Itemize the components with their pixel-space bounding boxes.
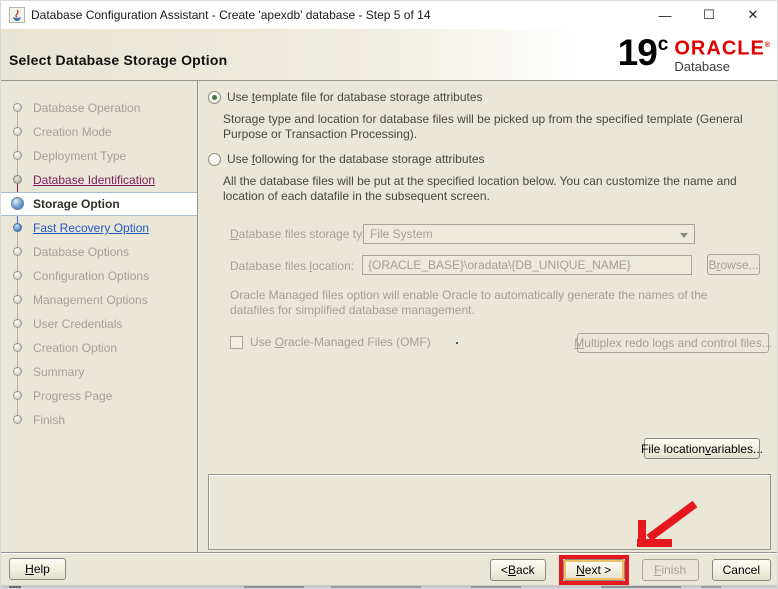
step-item[interactable]: Database Identification: [1, 168, 197, 192]
files-location-input[interactable]: {ORACLE_BASE}\oradata\{DB_UNIQUE_NAME}: [362, 255, 692, 275]
following-option-description: All the database files will be put at th…: [223, 174, 751, 204]
step-label: Database Options: [33, 245, 129, 259]
step-label: Finish: [33, 413, 65, 427]
storage-type-value: File System: [370, 227, 433, 241]
step-label: Management Options: [33, 293, 148, 307]
omf-checkbox-row[interactable]: Use Oracle-Managed Files (OMF): [230, 335, 431, 349]
step-label: Summary: [33, 365, 84, 379]
step-item: Storage Option: [1, 192, 197, 216]
radio-use-following-label: Use following for the database storage a…: [227, 152, 485, 166]
java-icon: [9, 7, 25, 23]
wizard-header: Select Database Storage Option 19 c ORAC…: [1, 29, 777, 81]
oracle-wordmark: ORACLE®: [674, 36, 771, 59]
step-label: Creation Mode: [33, 125, 112, 139]
omf-note: Oracle Managed files option will enable …: [230, 288, 735, 318]
step-item: User Credentials: [1, 312, 197, 336]
step-item: Database Options: [1, 240, 197, 264]
multiplex-button[interactable]: Multiplex redo logs and control files...: [577, 333, 769, 353]
dbca-wizard-window: Database Configuration Assistant - Creat…: [0, 0, 778, 589]
step-label: Configuration Options: [33, 269, 149, 283]
step-dot-icon: [11, 197, 24, 210]
oracle-19c-logo: 19 c ORACLE® Database: [618, 31, 773, 75]
step-dot-icon: [13, 367, 22, 376]
step-item: Summary: [1, 360, 197, 384]
template-option-description: Storage type and location for database f…: [223, 112, 751, 142]
checkbox-icon[interactable]: [230, 336, 243, 349]
step-item: Creation Mode: [1, 120, 197, 144]
step-item: Management Options: [1, 288, 197, 312]
step-list: Database Operation Creation Mode Deploym…: [1, 96, 197, 432]
storage-option-panel: Use template file for database storage a…: [198, 81, 777, 552]
step-item: Configuration Options: [1, 264, 197, 288]
step-dot-icon: [13, 127, 22, 136]
next-button[interactable]: Next >: [563, 559, 625, 581]
chevron-down-icon: [680, 233, 688, 238]
step-item: Creation Option: [1, 336, 197, 360]
step-dot-icon: [13, 223, 22, 232]
files-location-value: {ORACLE_BASE}\oradata\{DB_UNIQUE_NAME}: [368, 258, 631, 272]
radio-use-following[interactable]: Use following for the database storage a…: [208, 152, 485, 166]
annotation-highlight-box: Next >: [559, 555, 629, 585]
step-dot-icon: [13, 247, 22, 256]
step-dot-icon: [13, 295, 22, 304]
stray-mark: [456, 342, 458, 344]
step-label: Progress Page: [33, 389, 112, 403]
radio-unselected-icon[interactable]: [208, 153, 221, 166]
browse-button[interactable]: Browse...: [707, 254, 760, 275]
finish-button[interactable]: Finish: [642, 559, 699, 581]
close-icon[interactable]: ✕: [745, 7, 761, 23]
step-item: Database Operation: [1, 96, 197, 120]
step-dot-icon: [13, 319, 22, 328]
step-dot-icon: [13, 343, 22, 352]
step-label: Storage Option: [33, 197, 120, 211]
step-item: Deployment Type: [1, 144, 197, 168]
step-item: Finish: [1, 408, 197, 432]
step-label: Deployment Type: [33, 149, 126, 163]
step-item: Progress Page: [1, 384, 197, 408]
step-item[interactable]: Fast Recovery Option: [1, 216, 197, 240]
step-label: Database Identification: [33, 173, 155, 187]
maximize-icon[interactable]: ☐: [701, 7, 717, 23]
logo-product: Database: [674, 59, 771, 74]
storage-type-select[interactable]: File System: [363, 224, 695, 244]
step-label: Fast Recovery Option: [33, 221, 149, 235]
back-button[interactable]: < Back: [490, 559, 546, 581]
step-dot-icon: [13, 175, 22, 184]
step-label: Creation Option: [33, 341, 117, 355]
logo-version: 19: [618, 31, 657, 75]
step-dot-icon: [13, 103, 22, 112]
radio-use-template[interactable]: Use template file for database storage a…: [208, 90, 483, 104]
titlebar: Database Configuration Assistant - Creat…: [1, 1, 777, 29]
storage-type-label: Database files storage type:: [230, 227, 379, 241]
page-title: Select Database Storage Option: [9, 52, 227, 68]
message-area: [208, 474, 771, 550]
minimize-icon[interactable]: —: [657, 8, 673, 23]
file-location-variables-button[interactable]: File location variables...: [644, 438, 760, 459]
help-button[interactable]: Help: [9, 558, 66, 580]
radio-selected-icon[interactable]: [208, 91, 221, 104]
cancel-button[interactable]: Cancel: [712, 559, 771, 581]
step-dot-icon: [13, 271, 22, 280]
files-location-label: Database files location:: [230, 259, 354, 273]
window-title: Database Configuration Assistant - Creat…: [31, 8, 657, 22]
omf-checkbox-label: Use Oracle-Managed Files (OMF): [250, 335, 431, 349]
step-label: User Credentials: [33, 317, 122, 331]
background-window-strip: [1, 585, 777, 589]
step-label: Database Operation: [33, 101, 140, 115]
logo-edition: c: [658, 34, 669, 56]
step-dot-icon: [13, 391, 22, 400]
wizard-footer: Help < Back Next > Finish Cancel: [1, 552, 777, 585]
wizard-steps-sidebar: Database Operation Creation Mode Deploym…: [1, 81, 198, 552]
step-dot-icon: [13, 151, 22, 160]
step-dot-icon: [13, 415, 22, 424]
radio-use-template-label: Use template file for database storage a…: [227, 90, 483, 104]
